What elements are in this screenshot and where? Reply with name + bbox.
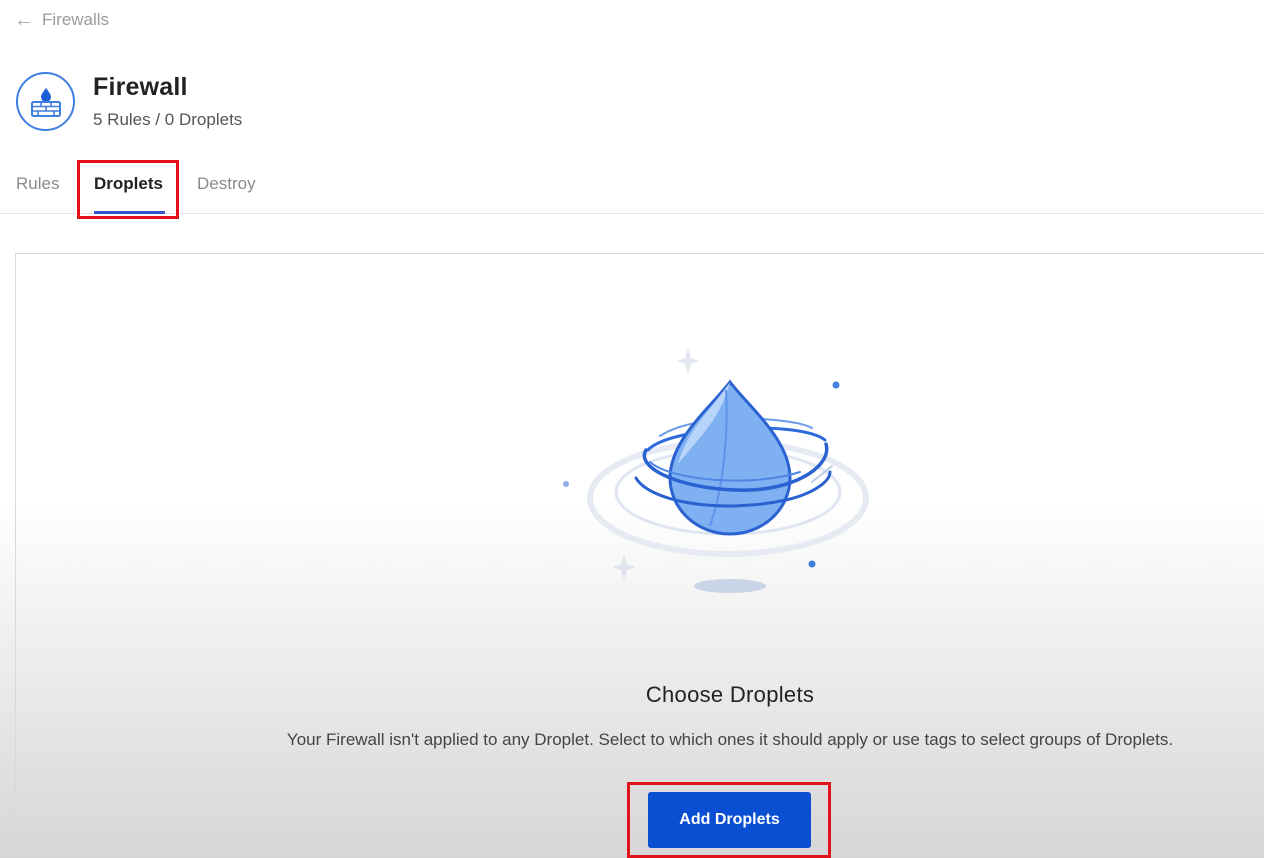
tab-rules[interactable]: Rules (16, 174, 59, 194)
back-to-firewalls-link[interactable]: ← Firewalls (14, 10, 109, 30)
page-subtitle: 5 Rules / 0 Droplets (93, 110, 243, 129)
add-droplets-button[interactable]: Add Droplets (648, 792, 811, 848)
empty-state-description: Your Firewall isn't applied to any Dropl… (286, 730, 1174, 749)
page-header: Firewall 5 Rules / 0 Droplets (16, 72, 242, 131)
tab-destroy[interactable]: Destroy (197, 174, 256, 194)
arrow-left-icon: ← (14, 9, 34, 31)
tab-droplets[interactable]: Droplets (94, 174, 163, 194)
droplet-illustration (563, 348, 869, 593)
active-tab-indicator (94, 211, 165, 214)
page-title: Firewall (93, 73, 188, 101)
tab-bar: Rules Droplets Destroy (0, 160, 1264, 214)
empty-state-title: Choose Droplets (645, 682, 815, 707)
firewall-icon (16, 72, 75, 131)
back-link-label: Firewalls (42, 10, 110, 29)
